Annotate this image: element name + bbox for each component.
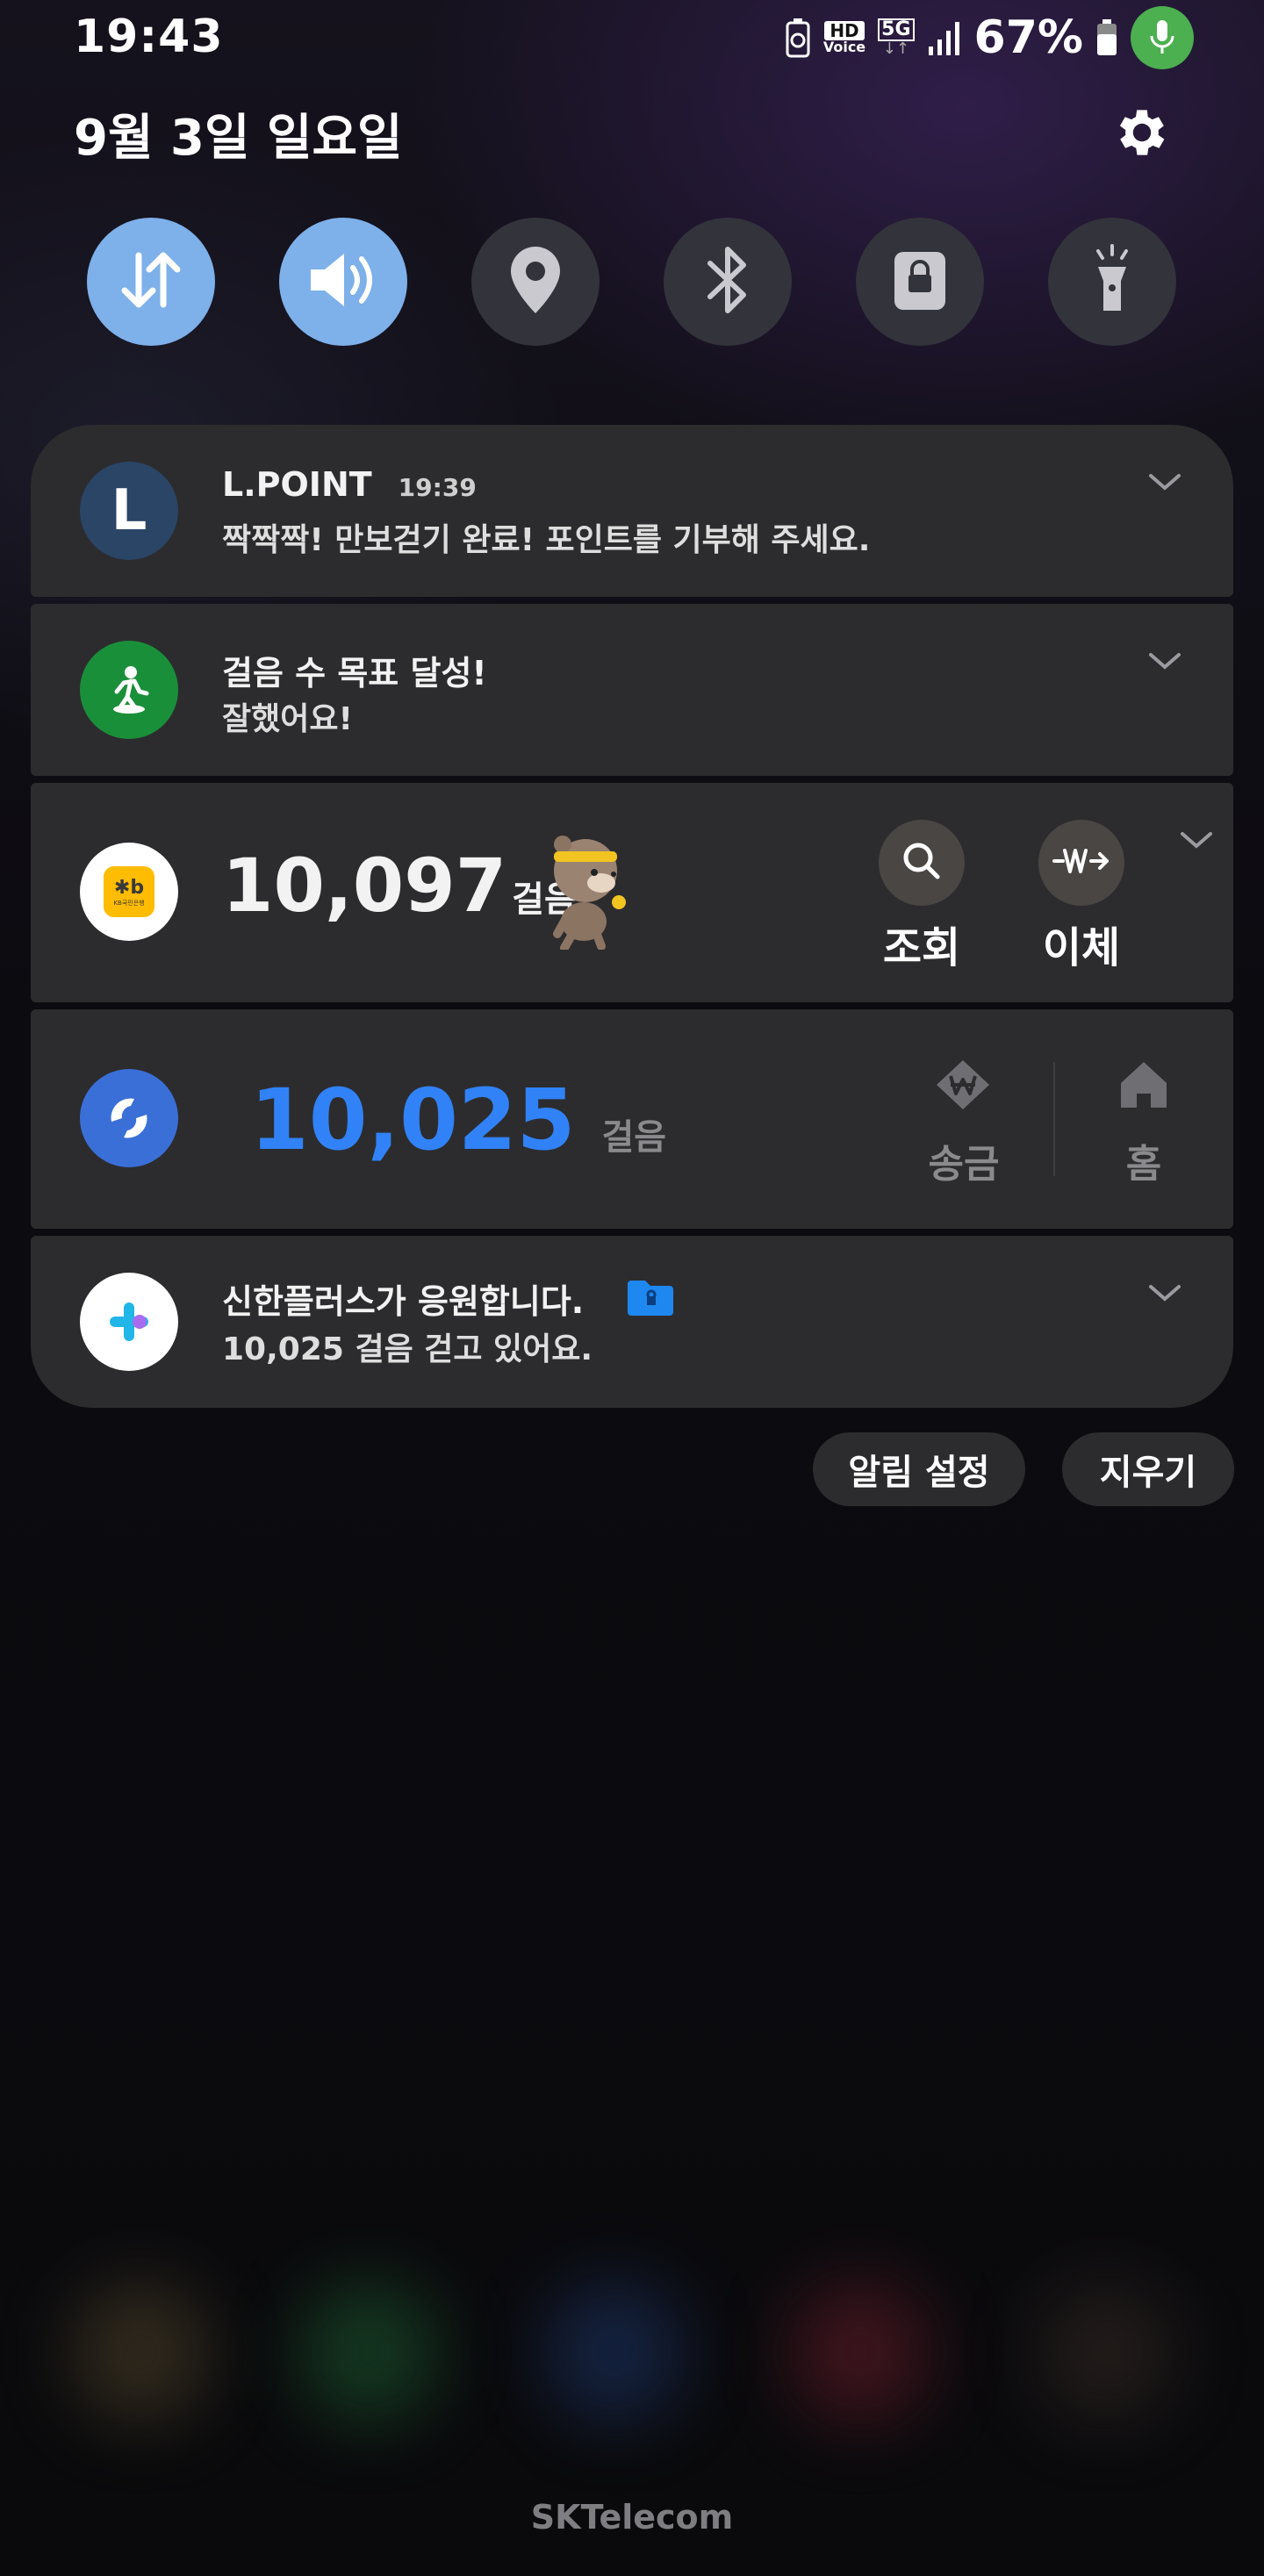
carrier-label: SKTelecom — [530, 2498, 734, 2537]
lpoint-icon-letter: L — [111, 478, 147, 543]
expand-chevron-down-icon[interactable] — [1147, 651, 1182, 672]
date-label: 9월 3일 일요일 — [74, 110, 403, 167]
steps-goal-message: 잘했어요! — [222, 701, 353, 737]
lpoint-message: 짝짝짝! 만보걷기 완료! 포인트를 기부해 주세요. — [222, 522, 871, 558]
mic-icon[interactable] — [1131, 6, 1194, 69]
data-arrows-icon — [116, 245, 186, 319]
clear-all-button[interactable]: 지우기 — [1062, 1432, 1234, 1506]
5g-icon: 5G ↓↑ — [878, 18, 915, 58]
toggle-location[interactable] — [471, 218, 600, 346]
won-send-icon[interactable] — [930, 1057, 996, 1116]
kb-search-button[interactable] — [879, 820, 965, 906]
notification-settings-button[interactable]: 알림 설정 — [813, 1432, 1025, 1506]
kb-icon-text: KB국민은행 — [113, 899, 145, 907]
toggle-mobile-data[interactable] — [87, 218, 215, 346]
kb-transfer-button[interactable] — [1038, 820, 1124, 906]
toss-step-count: 10,025 — [250, 1071, 576, 1169]
data-arrows-small-icon: ↓↑ — [882, 39, 909, 58]
shinhan-message: 10,025 걸음 걷고 있어요. — [222, 1331, 593, 1367]
search-icon — [900, 839, 944, 886]
toss-app-icon — [80, 1069, 178, 1167]
expand-chevron-down-icon[interactable] — [1147, 472, 1182, 493]
dock-glow — [544, 2282, 685, 2422]
kb-logo-icon: ✱b KB국민은행 — [104, 866, 154, 917]
flashlight-icon — [1086, 242, 1138, 321]
bluetooth-icon — [701, 242, 754, 321]
dock-glow — [1036, 2282, 1176, 2422]
toggle-bluetooth[interactable] — [664, 218, 792, 346]
voice-label: Voice — [822, 39, 866, 55]
lpoint-app-icon: L — [80, 462, 178, 560]
notification-kb-steps[interactable]: ✱b KB국민은행 10,097 걸음 조회 이체 — [31, 783, 1233, 1002]
toss-step-unit: 걸음 — [601, 1117, 667, 1158]
toggle-flashlight[interactable] — [1048, 218, 1176, 346]
network-label: 5G — [878, 18, 915, 41]
kb-step-count: 10,097 — [222, 843, 507, 929]
battery-percent: 67% — [973, 11, 1083, 64]
home-icon[interactable] — [1116, 1057, 1172, 1116]
settings-gear-icon[interactable] — [1111, 102, 1173, 163]
won-transfer-icon — [1052, 843, 1110, 882]
kb-transfer-label[interactable]: 이체 — [1016, 913, 1147, 974]
toggle-sound[interactable] — [279, 218, 407, 346]
expand-chevron-down-icon[interactable] — [1179, 830, 1214, 851]
status-time: 19:43 — [74, 11, 224, 63]
notification-lpoint[interactable]: L L.POINT 19:39 짝짝짝! 만보걷기 완료! 포인트를 기부해 주… — [31, 425, 1233, 597]
shinhan-plus-app-icon — [80, 1273, 178, 1371]
lpoint-time: 19:39 — [398, 473, 477, 502]
lpoint-app-name: L.POINT — [222, 465, 372, 504]
hd-label: HD — [824, 21, 865, 40]
status-icons: HD Voice 5G ↓↑ 67% — [785, 6, 1194, 69]
battery-icon — [1095, 18, 1118, 57]
lock-icon — [889, 245, 951, 319]
toss-home-label[interactable]: 홈 — [1078, 1132, 1210, 1188]
button-divider — [1053, 1062, 1055, 1176]
steps-goal-title: 걸음 수 목표 달성! — [222, 654, 487, 692]
bear-character-icon — [540, 827, 636, 953]
kb-search-label[interactable]: 조회 — [856, 913, 988, 974]
toggle-secure-folder[interactable] — [856, 218, 984, 346]
notification-shinhan[interactable]: 신한플러스가 응원합니다. 10,025 걸음 걷고 있어요. — [31, 1236, 1233, 1408]
dock-glow — [70, 2282, 211, 2422]
speaker-icon — [304, 245, 383, 319]
dock-glow — [298, 2282, 439, 2422]
toss-send-label[interactable]: 송금 — [898, 1132, 1030, 1188]
expand-chevron-down-icon[interactable] — [1147, 1283, 1182, 1304]
secure-folder-badge-icon — [626, 1277, 675, 1321]
notification-toss-steps[interactable]: 10,025 걸음 송금 홈 — [31, 1009, 1233, 1229]
hd-voice-icon: HD Voice — [823, 21, 865, 54]
notification-steps-goal[interactable]: 걸음 수 목표 달성! 잘했어요! — [31, 604, 1233, 776]
dock-glow — [790, 2282, 930, 2422]
location-pin-icon — [505, 243, 566, 320]
battery-saver-icon — [785, 18, 811, 58]
shinhan-title: 신한플러스가 응원합니다. — [222, 1282, 585, 1321]
walking-person-icon — [80, 641, 178, 739]
signal-icon — [927, 18, 962, 57]
kb-bank-app-icon: ✱b KB국민은행 — [80, 843, 178, 941]
